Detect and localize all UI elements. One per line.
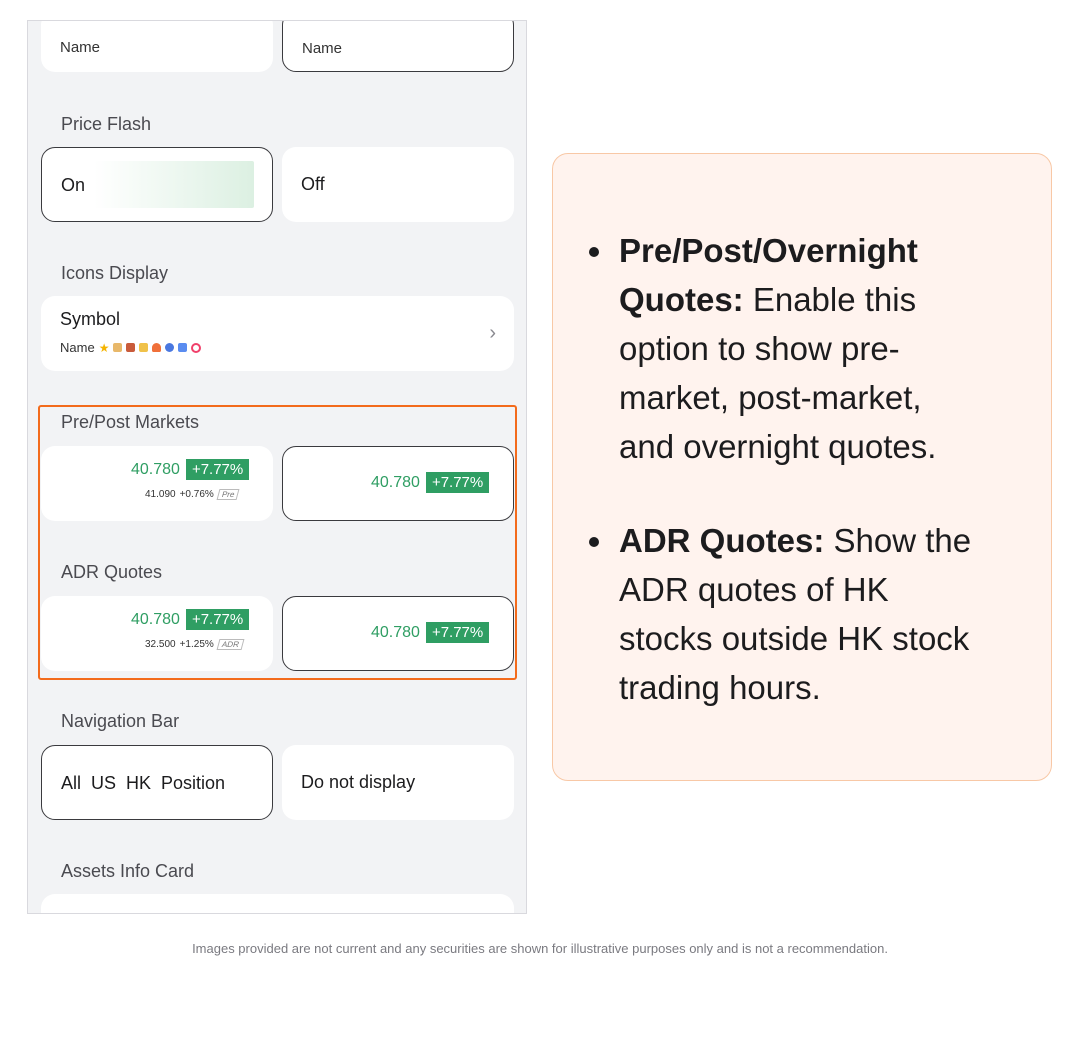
callout-item-pre-post: Pre/Post/Overnight Quotes: Enable this o… [589, 226, 979, 471]
info-callout: Pre/Post/Overnight Quotes: Enable this o… [552, 153, 1052, 781]
price-flash-title: Price Flash [61, 114, 152, 134]
document-icon [139, 343, 149, 352]
icons-display-preview: Name ★ [60, 340, 202, 355]
chat-icon [178, 343, 188, 352]
assets-info-title: Assets Info Card [61, 861, 195, 881]
star-icon: ★ [98, 340, 110, 355]
price-flash-off-label: Off [301, 174, 325, 194]
nav-bar-display-label: All US HK Position [61, 773, 226, 793]
nav-bar-display-option[interactable]: All US HK Position [41, 745, 273, 820]
name-option-right-label: Name [302, 40, 343, 57]
nav-bar-hide-label: Do not display [301, 772, 416, 792]
play-icon [191, 342, 202, 353]
name-option-left-label: Name [60, 39, 101, 56]
callout-item-adr: ADR Quotes: Show the ADR quotes of HK st… [589, 516, 979, 712]
assets-info-card[interactable] [41, 894, 514, 913]
name-option-right[interactable]: Name [282, 21, 514, 72]
name-option-left[interactable]: Name [41, 21, 273, 72]
icons-display-card[interactable]: Symbol Name ★ › [41, 296, 514, 371]
callout-item-adr-heading: ADR Quotes: [619, 522, 825, 559]
nav-bar-title: Navigation Bar [61, 711, 180, 731]
price-flash-on-option[interactable]: On [41, 147, 273, 222]
briefcase-icon [126, 343, 136, 352]
icons-display-title: Icons Display [61, 263, 169, 283]
nav-bar-hide-option[interactable]: Do not display [282, 745, 514, 820]
note-icon [113, 343, 123, 352]
flash-preview [94, 161, 254, 208]
price-flash-on-label: On [61, 175, 86, 195]
pie-chart-icon [165, 343, 175, 352]
highlight-frame [38, 405, 517, 680]
callout-list: Pre/Post/Overnight Quotes: Enable this o… [589, 226, 979, 757]
price-flash-off-option[interactable]: Off [282, 147, 514, 222]
bell-icon [152, 343, 162, 352]
icons-display-symbol: Symbol [60, 309, 121, 329]
disclaimer-text: Images provided are not current and any … [192, 941, 888, 956]
chevron-right-icon: › [489, 322, 496, 344]
icons-display-sub-label: Name [60, 340, 95, 355]
